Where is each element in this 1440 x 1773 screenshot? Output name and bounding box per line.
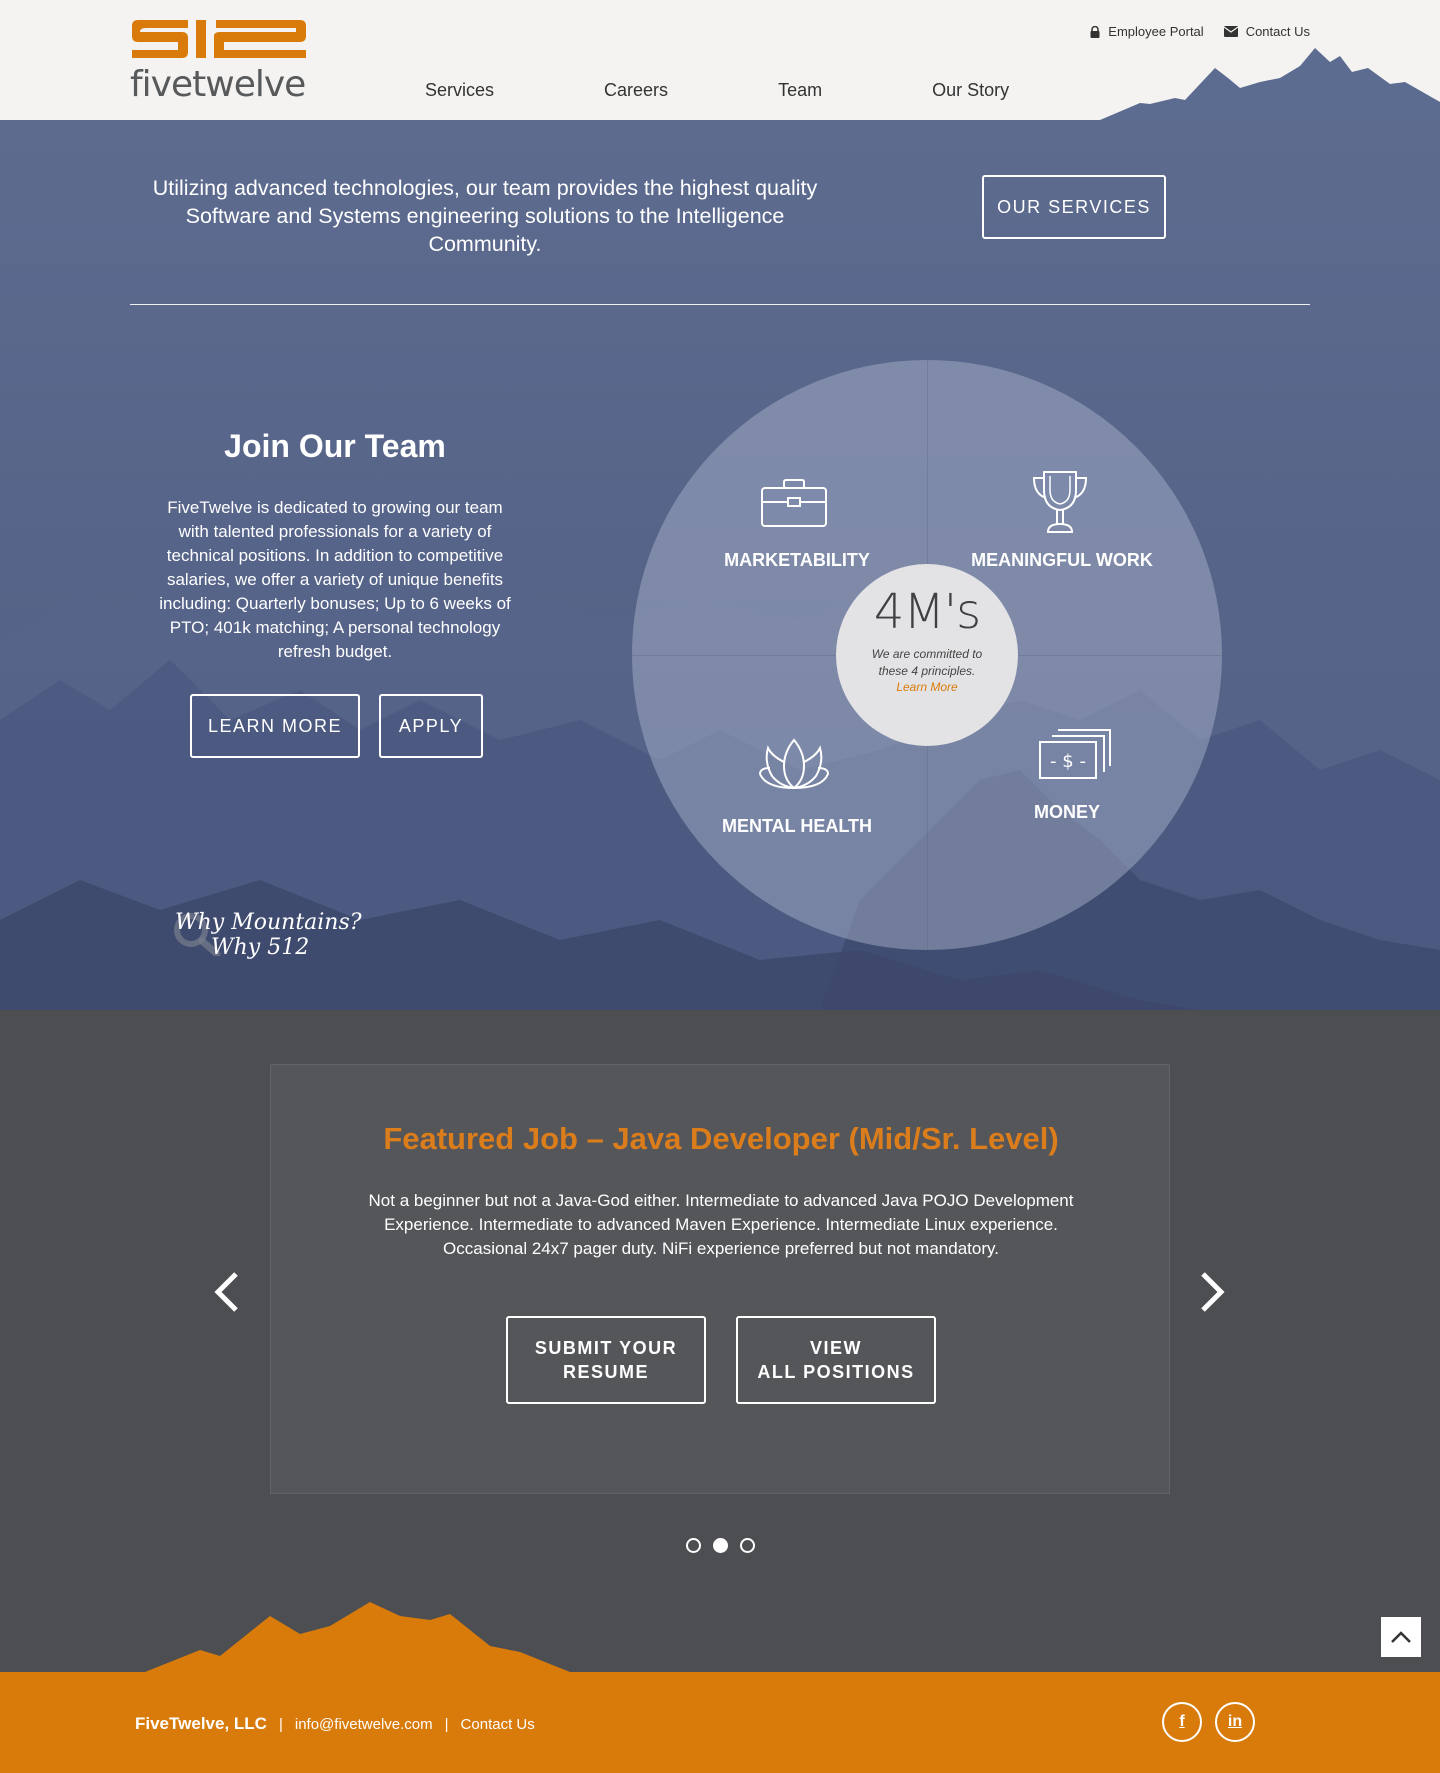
hero-tagline: Utilizing advanced technologies, our tea… [152, 176, 818, 256]
footer-email-link[interactable]: info@fivetwelve.com [295, 1716, 433, 1733]
svg-text:- $ -: - $ - [1050, 751, 1086, 772]
footer-mountain-silhouette [140, 1602, 600, 1674]
site-header: fivetwelve Employee Portal Contact Us Se… [0, 0, 1440, 120]
marketability-label: MARKETABILITY [724, 550, 870, 570]
previous-slide-arrow-icon[interactable] [212, 1270, 242, 1314]
nav-item-team[interactable]: Team [778, 80, 822, 101]
carousel-dot-2[interactable] [713, 1538, 728, 1553]
view-positions-line1: VIEW [809, 1338, 862, 1358]
our-services-button[interactable]: OUR SERVICES [982, 175, 1166, 239]
featured-job-description: Not a beginner but not a Java-God either… [368, 1191, 1074, 1258]
featured-job-title: Featured Job – Java Developer (Mid/Sr. L… [383, 1121, 1059, 1156]
four-ms-subtitle: We are committed to these 4 principles. [871, 647, 983, 678]
back-to-top-button[interactable] [1381, 1617, 1421, 1657]
four-ms-center: 4M's We are committed to these 4 princip… [836, 564, 1018, 746]
hero-section: Utilizing advanced technologies, our tea… [0, 120, 1440, 1010]
next-slide-arrow-icon[interactable] [1197, 1270, 1227, 1314]
footer-contact-link[interactable]: Contact Us [461, 1716, 535, 1733]
why-mountains-line: Why Mountains? [175, 910, 362, 935]
featured-job-card: Featured Job – Java Developer (Mid/Sr. L… [270, 1064, 1170, 1494]
featured-job-section: Featured Job – Java Developer (Mid/Sr. L… [0, 1010, 1440, 1672]
contact-us-top-label: Contact Us [1245, 24, 1310, 39]
logo-mark-512 [132, 20, 306, 58]
submit-resume-button[interactable]: SUBMIT YOUR RESUME [506, 1316, 706, 1404]
carousel-dot-1[interactable] [686, 1538, 701, 1553]
four-ms-learn-more-link[interactable]: Learn More [836, 680, 1018, 694]
why-mountains-link[interactable]: Why Mountains? Why 512 [174, 910, 362, 960]
four-ms-title: 4M's [873, 584, 981, 640]
money-label: MONEY [1033, 802, 1100, 822]
main-nav: Services Careers Team Our Story [425, 80, 1009, 101]
footer-separator: | [444, 1715, 449, 1733]
top-utility-links: Employee Portal Contact Us [1090, 24, 1310, 39]
view-positions-line2: ALL POSITIONS [757, 1362, 915, 1382]
footer-company-name: FiveTwelve, LLC [135, 1714, 267, 1733]
footer-separator: | [278, 1715, 283, 1733]
four-ms-circle: MARKETABILITY MEANINGFUL WORK 4M's We ar… [632, 360, 1222, 950]
header-mountain-silhouette [1100, 48, 1440, 120]
view-all-positions-button[interactable]: VIEW ALL POSITIONS [736, 1316, 936, 1404]
linkedin-icon[interactable]: in [1215, 1702, 1255, 1742]
employee-portal-label: Employee Portal [1108, 24, 1204, 39]
mental-health-label: MENTAL HEALTH [722, 816, 872, 836]
lotus-icon [758, 738, 830, 790]
envelope-icon [1223, 26, 1238, 37]
why-512-line: Why 512 [211, 935, 310, 960]
trophy-icon [1032, 471, 1088, 533]
lock-icon [1090, 25, 1100, 38]
hero-divider [130, 304, 1310, 305]
carousel-dot-3[interactable] [740, 1538, 755, 1553]
meaningful-work-label: MEANINGFUL WORK [971, 550, 1153, 570]
learn-more-button[interactable]: LEARN MORE [190, 694, 360, 758]
nav-item-services[interactable]: Services [425, 80, 494, 101]
money-icon: - $ - [1039, 729, 1111, 779]
contact-us-top-link[interactable]: Contact Us [1223, 24, 1310, 39]
logo-wordmark: fivetwelve [130, 64, 306, 105]
join-team-description: FiveTwelve is dedicated to growing our t… [159, 498, 511, 661]
site-footer: FiveTwelve, LLC | info@fivetwelve.com | … [0, 1672, 1440, 1773]
submit-resume-line2: RESUME [562, 1362, 649, 1382]
nav-item-careers[interactable]: Careers [604, 80, 668, 101]
fivetwelve-logo[interactable]: fivetwelve [130, 18, 306, 105]
apply-button[interactable]: APPLY [379, 694, 483, 758]
briefcase-icon [761, 479, 827, 527]
employee-portal-link[interactable]: Employee Portal [1090, 24, 1204, 39]
chevron-up-icon [1391, 1631, 1411, 1643]
carousel-pagination [686, 1538, 755, 1553]
facebook-icon[interactable]: f [1162, 1702, 1202, 1742]
nav-item-our-story[interactable]: Our Story [932, 80, 1009, 101]
submit-resume-line1: SUBMIT YOUR [534, 1338, 678, 1358]
footer-links: FiveTwelve, LLC | info@fivetwelve.com | … [135, 1714, 535, 1734]
join-team-heading: Join Our Team [224, 428, 446, 464]
